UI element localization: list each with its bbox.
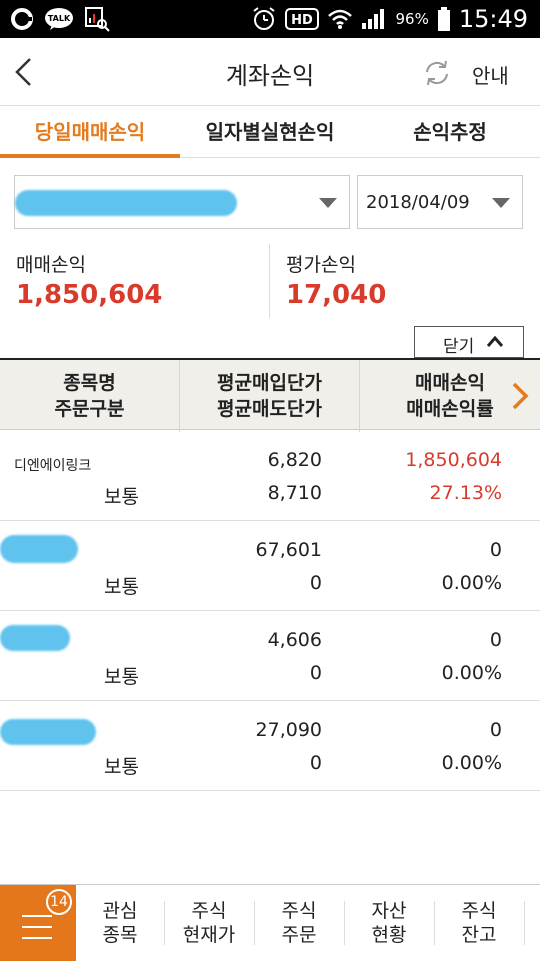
trade-pl: 0: [489, 719, 502, 741]
date-value: 2018/04/09: [366, 192, 470, 213]
order-type: 보통: [104, 666, 139, 688]
battery-percent: 96%: [395, 10, 429, 28]
order-type: 보통: [104, 486, 139, 508]
redacted-stock-name: [0, 719, 96, 745]
avg-sell-price: 8,710: [267, 482, 322, 504]
refresh-icon[interactable]: [422, 58, 452, 88]
avg-buy-price: 27,090: [255, 719, 322, 741]
notification-badge: 14: [46, 889, 72, 915]
menu-button[interactable]: 14: [0, 885, 76, 961]
table-row[interactable]: 보통 27,090 0 0 0.00%: [0, 701, 540, 791]
eval-pl-label: 평가손익: [286, 254, 356, 276]
col-header-name: 종목명 주문구분: [0, 360, 179, 432]
wifi-icon: [328, 9, 353, 29]
svg-text:TALK: TALK: [48, 14, 71, 23]
chevron-down-icon: [492, 198, 510, 208]
nav-label-line1: 관심: [102, 900, 138, 922]
bottom-nav: 14 관심 종목 주식 현재가 주식 주문 자산 현황 주식 잔고: [0, 884, 540, 961]
trade-pl-rate: 0.00%: [441, 752, 502, 774]
table-row[interactable]: 보통 4,606 0 0 0.00%: [0, 611, 540, 701]
avg-sell-price: 0: [309, 662, 322, 684]
nav-label-line2: 종목: [102, 924, 138, 946]
redacted-stock-name: [0, 625, 70, 651]
nav-stock-order[interactable]: 주식 주문: [254, 885, 344, 961]
trade-pl: 0: [489, 539, 502, 561]
col-header-name-line1: 종목명: [63, 372, 116, 394]
tab-daily-trade-pl[interactable]: 당일매매손익: [0, 106, 180, 158]
avg-sell-price: 0: [309, 752, 322, 774]
nav-label-line1: 주식: [191, 900, 227, 922]
table-row[interactable]: 디엔에이링크 보통 6,820 8,710 1,850,604 27.13%: [0, 431, 540, 521]
nav-label-line1: 주식: [461, 900, 497, 922]
collapse-button[interactable]: 닫기: [414, 326, 524, 358]
tab-bar: 당일매매손익 일자별실현손익 손익추정: [0, 106, 540, 158]
trade-pl-label: 매매손익: [16, 254, 86, 276]
battery-icon: [437, 7, 450, 31]
tab-daily-realized-pl[interactable]: 일자별실현손익: [180, 106, 360, 158]
col-header-price: 평균매입단가 평균매도단가: [180, 360, 359, 432]
trade-pl-rate: 0.00%: [441, 662, 502, 684]
nav-label-line2: 주문: [281, 924, 317, 946]
eval-pl-value: 17,040: [286, 280, 387, 310]
avg-sell-price: 0: [309, 572, 322, 594]
app-header: 계좌손익 안내: [0, 38, 540, 106]
nav-divider: [524, 901, 525, 945]
redacted-stock-name: [0, 535, 78, 563]
nav-label-line2: 잔고: [461, 924, 497, 946]
nav-watchlist[interactable]: 관심 종목: [76, 885, 164, 961]
redacted-account: [15, 190, 237, 216]
nav-asset-status[interactable]: 자산 현황: [344, 885, 434, 961]
col-header-price-line2: 평균매도단가: [217, 398, 322, 420]
avg-buy-price: 67,601: [255, 539, 322, 561]
nav-label-line1: 자산: [371, 900, 407, 922]
alarm-icon: [253, 7, 276, 30]
table-row[interactable]: 보통 67,601 0 0 0.00%: [0, 521, 540, 611]
stock-name: 디엔에이링크: [14, 458, 92, 474]
chevron-down-icon: [319, 198, 337, 208]
nav-label-line2: 현재가: [182, 924, 236, 946]
account-select[interactable]: [14, 175, 350, 229]
summary-divider: [269, 244, 270, 318]
notification-o-icon: [11, 8, 33, 30]
nav-label-line1: 주식: [281, 900, 317, 922]
hamburger-icon: [22, 915, 52, 948]
chevron-up-icon: [486, 335, 504, 347]
table-header: 종목명 주문구분 평균매입단가 평균매도단가 매매손익 매매손익률: [0, 358, 540, 432]
date-select[interactable]: 2018/04/09: [357, 175, 523, 229]
collapse-label: 닫기: [443, 337, 475, 357]
order-type: 보통: [104, 756, 139, 778]
page-title: 계좌손익: [225, 62, 315, 90]
chevron-right-icon[interactable]: [510, 380, 530, 412]
trade-pl: 0: [489, 629, 502, 651]
avg-buy-price: 4,606: [267, 629, 322, 651]
hd-icon: HD: [285, 8, 320, 30]
trade-pl: 1,850,604: [405, 449, 502, 471]
signal-icon: [362, 9, 385, 29]
nav-stock-balance[interactable]: 주식 잔고: [434, 885, 524, 961]
trade-pl-rate: 0.00%: [441, 572, 502, 594]
avg-buy-price: 6,820: [267, 449, 322, 471]
trade-pl-rate: 27.13%: [429, 482, 502, 504]
col-header-price-line1: 평균매입단가: [217, 372, 322, 394]
nav-stock-price[interactable]: 주식 현재가: [164, 885, 254, 961]
chart-search-icon: [85, 7, 110, 32]
svg-text:HD: HD: [292, 13, 314, 28]
order-type: 보통: [104, 576, 139, 598]
nav-label-line2: 현황: [371, 924, 407, 946]
clock: 15:49: [458, 5, 528, 33]
tab-pl-estimate[interactable]: 손익추정: [360, 106, 540, 158]
col-header-name-line2: 주문구분: [54, 398, 125, 420]
kakaotalk-icon: TALK: [45, 8, 73, 30]
trade-pl-value: 1,850,604: [16, 280, 163, 310]
guide-button[interactable]: 안내: [472, 60, 509, 89]
status-bar: TALK HD 96% 15:49: [0, 0, 540, 38]
